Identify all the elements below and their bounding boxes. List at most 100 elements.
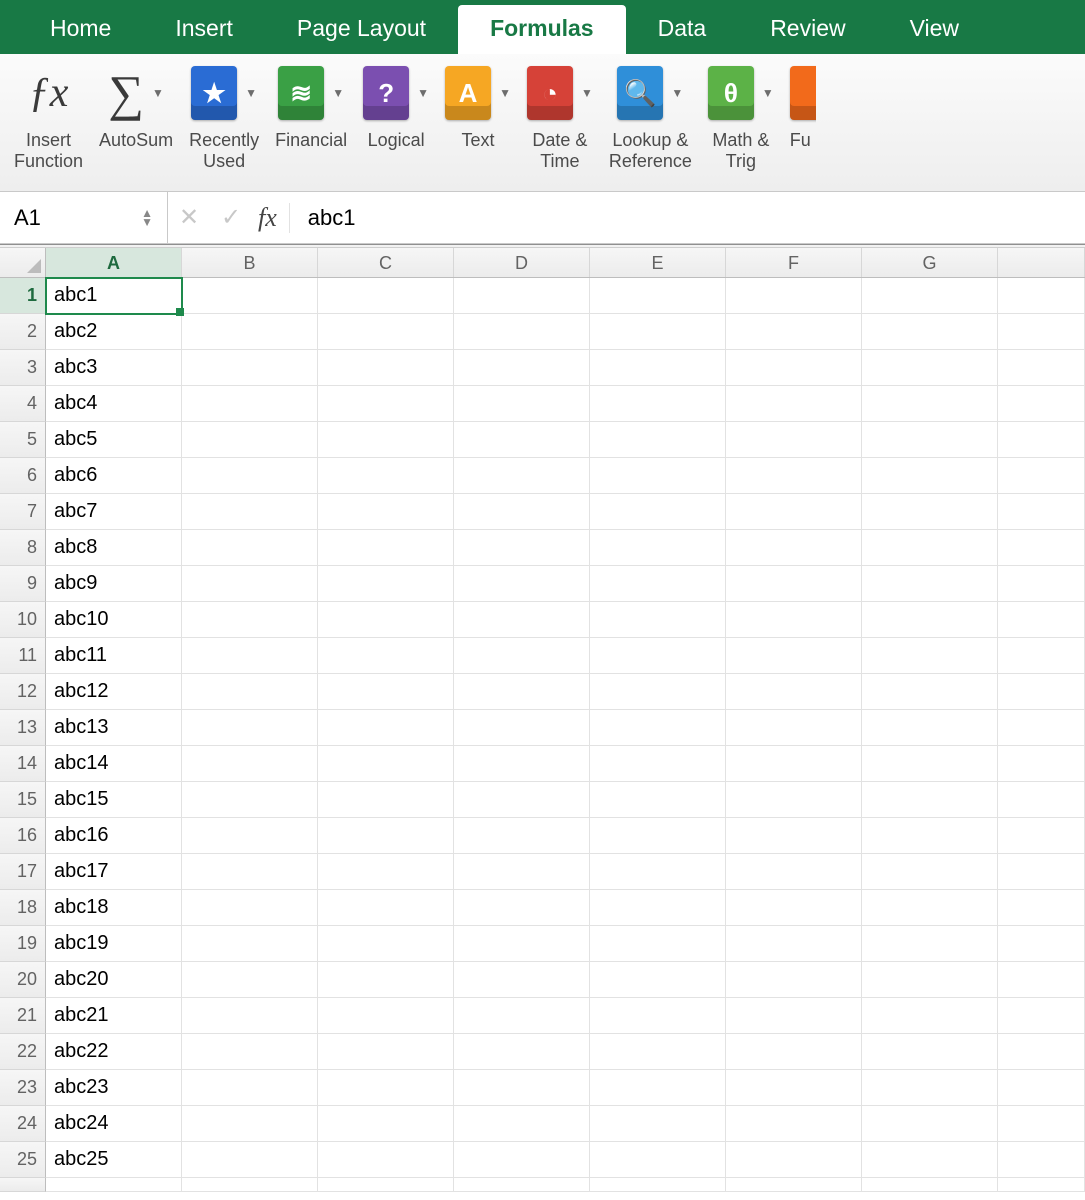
cell-D3[interactable] xyxy=(454,350,590,386)
cell-A25[interactable]: abc25 xyxy=(46,1142,182,1178)
cell-partial[interactable] xyxy=(454,1178,590,1192)
ribbon-group-date-time[interactable]: ◔▼Date & Time xyxy=(519,60,601,188)
row-header-20[interactable]: 20 xyxy=(0,962,46,998)
row-header-16[interactable]: 16 xyxy=(0,818,46,854)
cell-A13[interactable]: abc13 xyxy=(46,710,182,746)
cell-F4[interactable] xyxy=(726,386,862,422)
row-header-14[interactable]: 14 xyxy=(0,746,46,782)
cell-X13[interactable] xyxy=(998,710,1085,746)
cell-E13[interactable] xyxy=(590,710,726,746)
cell-B1[interactable] xyxy=(182,278,318,314)
cell-C13[interactable] xyxy=(318,710,454,746)
ribbon-group-insert-function[interactable]: ƒxInsert Function xyxy=(6,60,91,188)
cell-D1[interactable] xyxy=(454,278,590,314)
column-header-B[interactable]: B xyxy=(182,248,318,277)
cell-G3[interactable] xyxy=(862,350,998,386)
cell-F22[interactable] xyxy=(726,1034,862,1070)
row-header-12[interactable]: 12 xyxy=(0,674,46,710)
cell-E18[interactable] xyxy=(590,890,726,926)
cell-G23[interactable] xyxy=(862,1070,998,1106)
cell-F21[interactable] xyxy=(726,998,862,1034)
cell-C9[interactable] xyxy=(318,566,454,602)
cell-F3[interactable] xyxy=(726,350,862,386)
row-header-3[interactable]: 3 xyxy=(0,350,46,386)
cell-G10[interactable] xyxy=(862,602,998,638)
cell-X2[interactable] xyxy=(998,314,1085,350)
cell-C6[interactable] xyxy=(318,458,454,494)
cell-X9[interactable] xyxy=(998,566,1085,602)
row-header-23[interactable]: 23 xyxy=(0,1070,46,1106)
cell-D20[interactable] xyxy=(454,962,590,998)
cell-A17[interactable]: abc17 xyxy=(46,854,182,890)
cell-B25[interactable] xyxy=(182,1142,318,1178)
tab-page-layout[interactable]: Page Layout xyxy=(265,5,458,54)
cell-B3[interactable] xyxy=(182,350,318,386)
cell-X7[interactable] xyxy=(998,494,1085,530)
cell-A1[interactable]: abc1 xyxy=(46,278,182,314)
cell-F24[interactable] xyxy=(726,1106,862,1142)
cell-A19[interactable]: abc19 xyxy=(46,926,182,962)
tab-view[interactable]: View xyxy=(878,5,991,54)
cell-E11[interactable] xyxy=(590,638,726,674)
cell-C5[interactable] xyxy=(318,422,454,458)
cell-X10[interactable] xyxy=(998,602,1085,638)
cell-partial[interactable] xyxy=(590,1178,726,1192)
ribbon-group-math-trig[interactable]: θ▼Math & Trig xyxy=(700,60,782,188)
cell-F20[interactable] xyxy=(726,962,862,998)
column-header-E[interactable]: E xyxy=(590,248,726,277)
cell-X18[interactable] xyxy=(998,890,1085,926)
cell-X5[interactable] xyxy=(998,422,1085,458)
cell-E10[interactable] xyxy=(590,602,726,638)
cell-A21[interactable]: abc21 xyxy=(46,998,182,1034)
cell-X17[interactable] xyxy=(998,854,1085,890)
tab-insert[interactable]: Insert xyxy=(143,5,265,54)
cell-partial[interactable] xyxy=(862,1178,998,1192)
cell-E14[interactable] xyxy=(590,746,726,782)
cell-C24[interactable] xyxy=(318,1106,454,1142)
cell-C12[interactable] xyxy=(318,674,454,710)
row-header-10[interactable]: 10 xyxy=(0,602,46,638)
cell-G22[interactable] xyxy=(862,1034,998,1070)
cell-F8[interactable] xyxy=(726,530,862,566)
tab-data[interactable]: Data xyxy=(626,5,739,54)
dropdown-caret-icon[interactable]: ▼ xyxy=(245,86,257,100)
cell-G20[interactable] xyxy=(862,962,998,998)
cell-F12[interactable] xyxy=(726,674,862,710)
cell-A23[interactable]: abc23 xyxy=(46,1070,182,1106)
cell-A10[interactable]: abc10 xyxy=(46,602,182,638)
cell-B19[interactable] xyxy=(182,926,318,962)
cell-E24[interactable] xyxy=(590,1106,726,1142)
cell-B21[interactable] xyxy=(182,998,318,1034)
cell-E16[interactable] xyxy=(590,818,726,854)
cell-E21[interactable] xyxy=(590,998,726,1034)
cell-E20[interactable] xyxy=(590,962,726,998)
cell-partial[interactable] xyxy=(726,1178,862,1192)
row-header-11[interactable]: 11 xyxy=(0,638,46,674)
cell-X19[interactable] xyxy=(998,926,1085,962)
cell-D5[interactable] xyxy=(454,422,590,458)
cell-B18[interactable] xyxy=(182,890,318,926)
cell-F11[interactable] xyxy=(726,638,862,674)
dropdown-caret-icon[interactable]: ▼ xyxy=(581,86,593,100)
cell-E3[interactable] xyxy=(590,350,726,386)
cell-X15[interactable] xyxy=(998,782,1085,818)
cell-G2[interactable] xyxy=(862,314,998,350)
row-header-17[interactable]: 17 xyxy=(0,854,46,890)
cell-E25[interactable] xyxy=(590,1142,726,1178)
cell-C25[interactable] xyxy=(318,1142,454,1178)
cell-E1[interactable] xyxy=(590,278,726,314)
cell-G12[interactable] xyxy=(862,674,998,710)
cell-B24[interactable] xyxy=(182,1106,318,1142)
column-header-C[interactable]: C xyxy=(318,248,454,277)
cell-G13[interactable] xyxy=(862,710,998,746)
cell-X3[interactable] xyxy=(998,350,1085,386)
tab-home[interactable]: Home xyxy=(18,5,143,54)
cell-B5[interactable] xyxy=(182,422,318,458)
row-header-13[interactable]: 13 xyxy=(0,710,46,746)
cell-C16[interactable] xyxy=(318,818,454,854)
cell-partial[interactable] xyxy=(998,1178,1085,1192)
cell-G19[interactable] xyxy=(862,926,998,962)
cell-A18[interactable]: abc18 xyxy=(46,890,182,926)
cell-D25[interactable] xyxy=(454,1142,590,1178)
cell-D24[interactable] xyxy=(454,1106,590,1142)
